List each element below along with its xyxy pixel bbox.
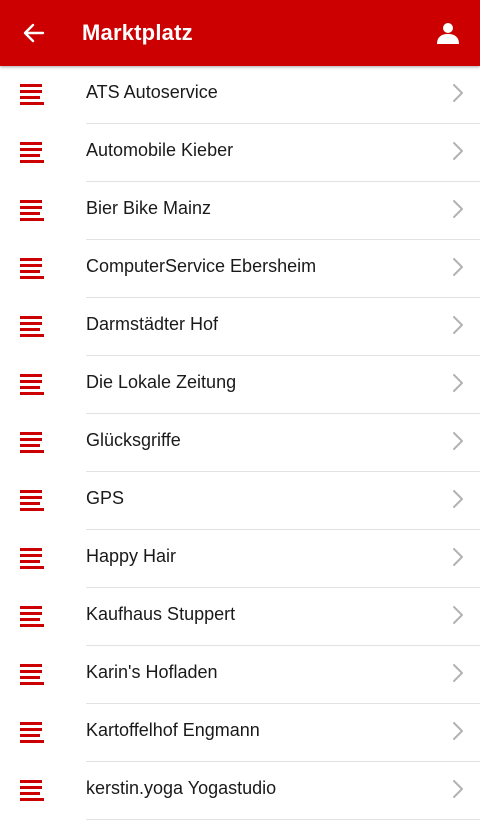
list-item[interactable]: ATS Autoservice [0, 66, 480, 124]
chevron-right-icon [453, 490, 463, 508]
text-lines-icon [20, 258, 44, 279]
chevron-right-icon [453, 548, 463, 566]
list-item-label: ATS Autoservice [86, 82, 218, 102]
list-item[interactable]: Happy Hair [0, 530, 480, 588]
chevron-right-icon [453, 374, 463, 392]
text-lines-icon [20, 780, 44, 801]
business-list: ATS Autoservice Automobile Kieber Bier Bik… [0, 66, 480, 820]
list-item[interactable]: Karin's Hofladen [0, 646, 480, 704]
text-lines-icon [20, 490, 44, 511]
list-item[interactable]: Darmstädter Hof [0, 298, 480, 356]
list-item[interactable]: kerstin.yoga Yogastudio [0, 762, 480, 820]
text-lines-icon [20, 200, 44, 221]
chevron-right-icon [453, 432, 463, 450]
chevron-right-icon [453, 200, 463, 218]
chevron-right-icon [453, 780, 463, 798]
text-lines-icon [20, 548, 44, 569]
text-lines-icon [20, 84, 44, 105]
list-item[interactable]: GPS [0, 472, 480, 530]
list-item-label: kerstin.yoga Yogastudio [86, 778, 277, 798]
chevron-right-icon [453, 84, 463, 102]
list-item-label: ComputerService Ebersheim [86, 256, 317, 276]
account-button[interactable] [424, 9, 472, 57]
list-item-label: GPS [86, 488, 125, 508]
text-lines-icon [20, 664, 44, 685]
text-lines-icon [20, 316, 44, 337]
list-item-label: Happy Hair [86, 546, 177, 566]
chevron-right-icon [453, 258, 463, 276]
list-item[interactable]: Bier Bike Mainz [0, 182, 480, 240]
user-icon [437, 23, 459, 44]
list-item[interactable]: Kartoffelhof Engmann [0, 704, 480, 762]
chevron-right-icon [453, 142, 463, 160]
page-title: Marktplatz [82, 20, 193, 45]
text-lines-icon [20, 722, 44, 743]
list-item[interactable]: Glücksgriffe [0, 414, 480, 472]
chevron-right-icon [453, 722, 463, 740]
app-bar: Marktplatz [0, 0, 480, 66]
list-item[interactable]: ComputerService Ebersheim [0, 240, 480, 298]
text-lines-icon [20, 606, 44, 627]
chevron-right-icon [453, 606, 463, 624]
arrow-left-icon [23, 23, 45, 43]
list-item-label: Glücksgriffe [86, 430, 181, 450]
text-lines-icon [20, 432, 44, 453]
text-lines-icon [20, 142, 44, 163]
back-button[interactable] [10, 9, 58, 57]
list-item[interactable]: Automobile Kieber [0, 124, 480, 182]
list-item[interactable]: Kaufhaus Stuppert [0, 588, 480, 646]
chevron-right-icon [453, 316, 463, 334]
list-item-label: Darmstädter Hof [86, 314, 219, 334]
text-lines-icon [20, 374, 44, 395]
list-item[interactable]: Die Lokale Zeitung [0, 356, 480, 414]
list-item-label: Kaufhaus Stuppert [86, 604, 236, 624]
list-item-label: Die Lokale Zeitung [86, 372, 237, 392]
chevron-right-icon [453, 664, 463, 682]
list-item-label: Bier Bike Mainz [86, 198, 212, 218]
list-item-label: Automobile Kieber [86, 140, 234, 160]
list-item-label: Kartoffelhof Engmann [86, 720, 260, 740]
list-item-label: Karin's Hofladen [86, 662, 218, 682]
